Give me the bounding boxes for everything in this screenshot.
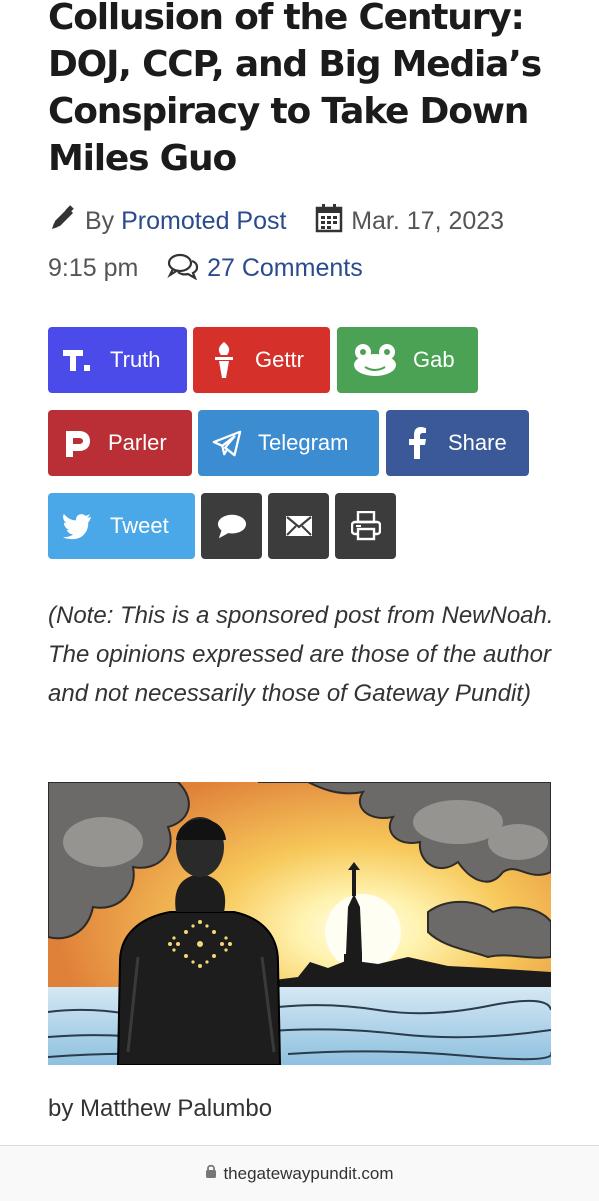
truth-icon (62, 345, 92, 375)
share-email-button[interactable] (268, 493, 329, 559)
share-telegram-button[interactable]: Telegram (198, 410, 379, 476)
gab-frog-icon (351, 344, 399, 376)
share-telegram-label: Telegram (258, 430, 349, 455)
share-truth-button[interactable]: Truth (48, 327, 187, 393)
browser-url-bar[interactable]: thegatewaypundit.com (0, 1145, 599, 1201)
gettr-torch-icon (209, 342, 239, 378)
share-parler-label: Parler (108, 430, 167, 455)
share-print-button[interactable] (335, 493, 396, 559)
share-gab-label: Gab (413, 347, 455, 372)
print-icon (350, 511, 381, 541)
share-gettr-label: Gettr (255, 347, 304, 372)
share-gab-button[interactable]: Gab (337, 327, 478, 393)
facebook-icon (402, 427, 432, 459)
comments-link[interactable]: 27 Comments (207, 254, 363, 282)
article-hero-image (48, 782, 551, 1065)
post-date: Mar. 17, 2023 (351, 207, 505, 235)
share-facebook-button[interactable]: Share (386, 410, 529, 476)
share-sms-button[interactable] (201, 493, 262, 559)
comment-bubble-icon (217, 511, 247, 541)
article-meta-row: By Promoted Post Mar. 17, 2023 (48, 203, 504, 236)
telegram-icon (212, 428, 242, 458)
sponsored-note: (Note: This is a sponsored post from New… (48, 602, 554, 707)
pencil-icon (48, 205, 85, 235)
twitter-bird-icon (62, 511, 92, 541)
comments-icon (166, 253, 207, 282)
email-envelope-icon (284, 511, 314, 541)
share-parler-button[interactable]: Parler (48, 410, 192, 476)
parler-icon (62, 428, 92, 458)
url-text: thegatewaypundit.com (223, 1163, 394, 1183)
share-truth-label: Truth (110, 347, 161, 372)
author-link[interactable]: Promoted Post (121, 207, 286, 235)
share-twitter-label: Tweet (110, 513, 169, 538)
article-meta-row-2: 9:15 pm 27 Comments (48, 252, 363, 283)
post-time: 9:15 pm (48, 254, 139, 282)
author-byline: by Matthew Palumbo (48, 1095, 273, 1122)
share-facebook-label: Share (448, 430, 507, 455)
by-prefix: By (84, 207, 115, 235)
lock-icon (205, 1164, 223, 1184)
share-gettr-button[interactable]: Gettr (193, 327, 330, 393)
calendar-icon (314, 204, 351, 235)
share-twitter-button[interactable]: Tweet (48, 493, 195, 559)
article-title: Collusion of the Century: DOJ, CCP, and … (48, 0, 542, 179)
